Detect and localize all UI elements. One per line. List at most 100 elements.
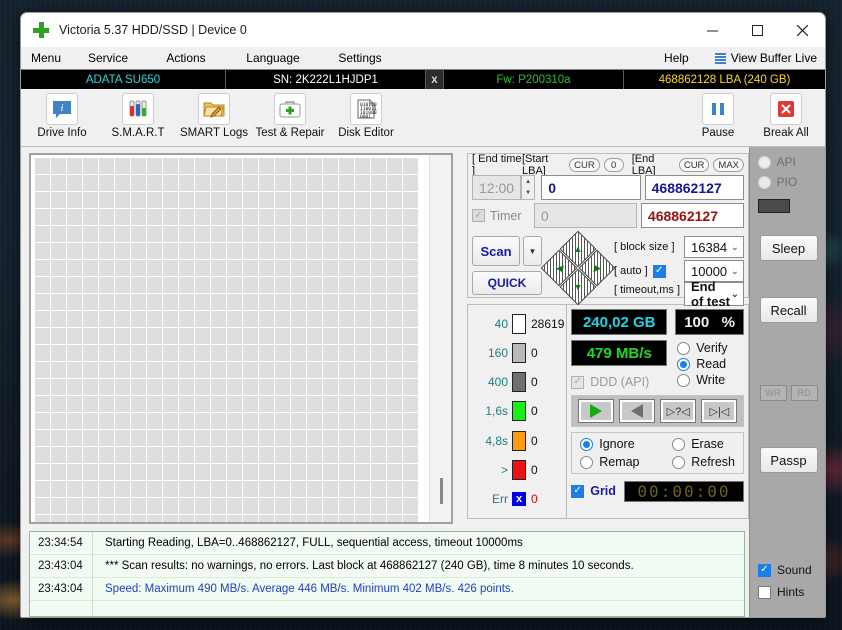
pio-radio[interactable]: [758, 176, 771, 189]
map-cell: [291, 260, 306, 276]
test-and-repair-button[interactable]: Test & Repair: [255, 93, 325, 139]
map-cell: [323, 481, 338, 497]
play-forward-button[interactable]: [579, 400, 613, 422]
action-ignore[interactable]: Ignore: [580, 437, 672, 451]
minimize-button[interactable]: [690, 13, 735, 47]
surface-map-grid[interactable]: [31, 155, 429, 522]
timer-checkbox[interactable]: [472, 209, 485, 222]
map-cell: [355, 226, 370, 242]
direction-pad[interactable]: ▲ ◀ ▶ ▼: [546, 236, 610, 300]
api-radio[interactable]: [758, 156, 771, 169]
menu-item-help[interactable]: Help: [664, 47, 715, 69]
mode-write[interactable]: Write: [677, 373, 744, 387]
grid-checkbox-group[interactable]: Grid: [571, 484, 616, 498]
block-time-stats: 40 28619 160 0 400 0 1,: [467, 304, 566, 519]
map-cell: [339, 481, 354, 497]
api-mode-option[interactable]: API: [758, 155, 820, 169]
surface-map-panel[interactable]: [29, 153, 453, 524]
sound-option[interactable]: Sound: [758, 563, 826, 577]
map-cell: [323, 277, 338, 293]
action-refresh[interactable]: Refresh: [672, 455, 735, 469]
pause-button[interactable]: Pause: [687, 93, 749, 139]
map-scrollbar[interactable]: [429, 155, 451, 522]
view-buffer-live-button[interactable]: View Buffer Live: [731, 47, 825, 69]
map-cell: [355, 498, 370, 514]
end-time-input[interactable]: 12:00: [472, 175, 521, 200]
write-radio[interactable]: [677, 374, 690, 387]
map-cell: [67, 158, 82, 174]
sleep-button[interactable]: Sleep: [760, 235, 818, 261]
ignore-radio[interactable]: [580, 438, 593, 451]
erase-radio[interactable]: [672, 438, 685, 451]
verify-radio[interactable]: [677, 342, 690, 355]
scan-dropdown-button[interactable]: ▼: [523, 236, 542, 266]
remap-radio[interactable]: [580, 456, 593, 469]
action-remap[interactable]: Remap: [580, 455, 672, 469]
map-cell: [339, 209, 354, 225]
serial-clear-button[interactable]: x: [426, 70, 444, 89]
map-cell: [67, 328, 82, 344]
map-cell: [67, 447, 82, 463]
auto-checkbox[interactable]: [653, 265, 666, 278]
menu-item-actions[interactable]: Actions: [145, 47, 227, 69]
menu-item-language[interactable]: Language: [227, 47, 319, 69]
rd-button[interactable]: RD: [791, 385, 818, 401]
recall-button[interactable]: Recall: [760, 297, 818, 323]
erase-label: Erase: [691, 437, 724, 451]
map-scrollbar-thumb[interactable]: [440, 478, 443, 504]
map-cell: [355, 294, 370, 310]
maximize-button[interactable]: [735, 13, 780, 47]
grid-checkbox[interactable]: [571, 485, 584, 498]
map-cell: [339, 498, 354, 514]
end-lba-secondary-input[interactable]: 468862127: [641, 203, 744, 228]
mode-read[interactable]: Read: [677, 357, 744, 371]
map-cell: [275, 328, 290, 344]
scan-button[interactable]: Scan: [472, 236, 520, 266]
map-cell: [163, 379, 178, 395]
map-cell: [291, 447, 306, 463]
start-lba-cur-button[interactable]: CUR: [569, 158, 600, 172]
wr-button[interactable]: WR: [760, 385, 787, 401]
start-lba-zero-button[interactable]: 0: [604, 158, 624, 172]
timer-checkbox-group[interactable]: Timer: [472, 209, 534, 223]
ddd-api-group[interactable]: DDD (API): [571, 375, 667, 389]
end-time-spinner[interactable]: ▲▼: [521, 175, 535, 200]
map-cell: [387, 481, 402, 497]
block-size-select[interactable]: 16384 ⌄: [684, 236, 744, 258]
end-lba-max-button[interactable]: MAX: [713, 158, 744, 172]
hints-option[interactable]: Hints: [758, 585, 826, 599]
random-seek-button[interactable]: ▷?◁: [661, 400, 695, 422]
butterfly-seek-button[interactable]: ▷|◁: [702, 400, 736, 422]
menu-item-service[interactable]: Service: [71, 47, 145, 69]
play-backward-button[interactable]: [620, 400, 654, 422]
mode-verify[interactable]: Verify: [677, 341, 744, 355]
refresh-radio[interactable]: [672, 456, 685, 469]
smart-logs-button[interactable]: SMART Logs: [179, 93, 249, 139]
pio-mode-option[interactable]: PIO: [758, 175, 820, 189]
map-cell: [339, 515, 354, 522]
map-cell: [163, 277, 178, 293]
quick-button[interactable]: QUICK: [472, 271, 542, 295]
break-all-button[interactable]: Break All: [755, 93, 817, 139]
start-lba-input[interactable]: 0: [541, 175, 640, 200]
menu-item-settings[interactable]: Settings: [319, 47, 401, 69]
map-cell: [131, 226, 146, 242]
hints-checkbox[interactable]: [758, 586, 771, 599]
passport-button[interactable]: Passp: [760, 447, 818, 473]
disk-editor-button[interactable]: 010110 110011 101000 0001 Disk Editor: [331, 93, 401, 139]
end-of-test-select[interactable]: End of test ⌄: [684, 282, 744, 306]
read-radio[interactable]: [677, 358, 690, 371]
drive-info-button[interactable]: i Drive Info: [27, 93, 97, 139]
map-cell: [211, 498, 226, 514]
menu-item-menu[interactable]: Menu: [21, 47, 71, 69]
map-cell: [51, 192, 66, 208]
map-cell: [179, 294, 194, 310]
start-lba-secondary-input[interactable]: 0: [534, 203, 637, 228]
end-lba-input[interactable]: 468862127: [645, 175, 744, 200]
smart-button[interactable]: S.M.A.R.T: [103, 93, 173, 139]
close-button[interactable]: [780, 13, 825, 47]
end-lba-cur-button[interactable]: CUR: [679, 158, 710, 172]
ddd-api-checkbox[interactable]: [571, 376, 584, 389]
action-erase[interactable]: Erase: [672, 437, 724, 451]
sound-checkbox[interactable]: [758, 564, 771, 577]
